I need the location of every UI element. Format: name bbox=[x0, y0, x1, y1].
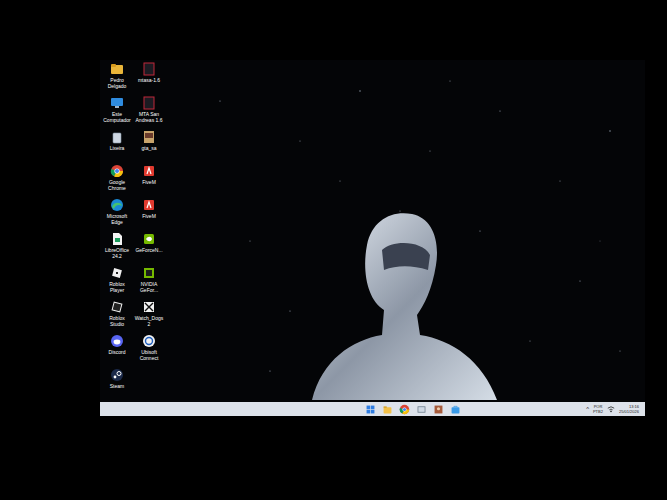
icon-label[interactable]: Discord bbox=[102, 349, 132, 355]
desktop-icon[interactable]: NVIDIA GeFor... bbox=[134, 266, 164, 300]
icon-label[interactable]: Este Computador bbox=[102, 111, 132, 123]
desktop-icon[interactable]: gta_sa bbox=[134, 130, 164, 164]
desktop-icon[interactable]: LibreOffice 24.2 bbox=[102, 232, 132, 266]
icon-column: Pedro Delgado Este Computador Lixeira Googl… bbox=[102, 62, 132, 402]
steam-icon[interactable] bbox=[110, 368, 124, 382]
clock[interactable]: 13:1625/01/2026 bbox=[619, 404, 639, 414]
desktop-icon[interactable]: Steam bbox=[102, 368, 132, 402]
mta-icon[interactable] bbox=[142, 62, 156, 76]
edge-icon[interactable] bbox=[110, 198, 124, 212]
fivem-icon[interactable] bbox=[142, 198, 156, 212]
icon-label[interactable]: FiveM bbox=[134, 213, 164, 219]
icon-label[interactable]: mtasa-1.6 bbox=[134, 77, 164, 83]
desktop-icon[interactable]: MTA San Andreas 1.6 bbox=[134, 96, 164, 130]
watchdogs-icon[interactable] bbox=[142, 300, 156, 314]
files-icon[interactable] bbox=[416, 404, 427, 415]
photo-icon[interactable] bbox=[433, 404, 444, 415]
tray-chevron[interactable]: ^ bbox=[586, 406, 589, 412]
explorer-icon[interactable] bbox=[382, 404, 393, 415]
fivem-icon[interactable] bbox=[142, 164, 156, 178]
ubisoft-icon[interactable] bbox=[142, 334, 156, 348]
icon-label[interactable]: LibreOffice 24.2 bbox=[102, 247, 132, 259]
icon-label[interactable]: Watch_Dogs 2 bbox=[134, 315, 164, 327]
keyboard-layout[interactable]: PTB2 bbox=[593, 409, 603, 414]
desktop-icon[interactable]: Google Chrome bbox=[102, 164, 132, 198]
trash-icon[interactable] bbox=[110, 130, 124, 144]
chrome-icon[interactable] bbox=[110, 164, 124, 178]
icon-label[interactable]: Roblox Player bbox=[102, 281, 132, 293]
icon-label[interactable]: gta_sa bbox=[134, 145, 164, 151]
robloxstudio-icon[interactable] bbox=[110, 300, 124, 314]
icon-label[interactable]: NVIDIA GeFor... bbox=[134, 281, 164, 293]
system-tray[interactable]: ^ PORPTB2 13:1625/01/2026 bbox=[586, 404, 645, 414]
icon-label[interactable]: Lixeira bbox=[102, 145, 132, 151]
icon-label[interactable]: Google Chrome bbox=[102, 179, 132, 191]
date[interactable]: 25/01/2026 bbox=[619, 409, 639, 414]
desktop: Pedro Delgado Este Computador Lixeira Googl… bbox=[100, 60, 645, 402]
wifi-icon[interactable] bbox=[607, 405, 615, 413]
desktop-icon[interactable]: FiveM bbox=[134, 164, 164, 198]
chrome-icon[interactable] bbox=[399, 404, 410, 415]
desktop-icon[interactable]: Pedro Delgado bbox=[102, 62, 132, 96]
language-indicator[interactable]: PORPTB2 bbox=[593, 404, 603, 414]
desktop-icon[interactable]: mtasa-1.6 bbox=[134, 62, 164, 96]
screen: Pedro Delgado Este Computador Lixeira Googl… bbox=[100, 60, 645, 416]
desktop-icon[interactable]: Microsoft Edge bbox=[102, 198, 132, 232]
icon-label[interactable]: FiveM bbox=[134, 179, 164, 185]
icon-label[interactable]: GeForceN... bbox=[134, 247, 164, 253]
pc-icon[interactable] bbox=[110, 96, 124, 110]
desktop-icon[interactable]: Ubisoft Connect bbox=[134, 334, 164, 368]
desktop-icon[interactable]: GeForceN... bbox=[134, 232, 164, 266]
desktop-icon[interactable]: Lixeira bbox=[102, 130, 132, 164]
desktop-icon[interactable]: Watch_Dogs 2 bbox=[134, 300, 164, 334]
icon-label[interactable]: Steam bbox=[102, 383, 132, 389]
mta-icon[interactable] bbox=[142, 96, 156, 110]
geforce-icon[interactable] bbox=[142, 232, 156, 246]
desktop-icon[interactable]: Discord bbox=[102, 334, 132, 368]
libreoffice-icon[interactable] bbox=[110, 232, 124, 246]
language[interactable]: POR bbox=[594, 404, 603, 409]
roblox-icon[interactable] bbox=[110, 266, 124, 280]
desktop-icon[interactable]: FiveM bbox=[134, 198, 164, 232]
icon-label[interactable]: Roblox Studio bbox=[102, 315, 132, 327]
nvidia-icon[interactable] bbox=[142, 266, 156, 280]
icon-column: mtasa-1.6 MTA San Andreas 1.6 gta_sa FiveM F… bbox=[134, 62, 164, 402]
icon-label[interactable]: Pedro Delgado bbox=[102, 77, 132, 89]
desktop-icon[interactable]: Roblox Studio bbox=[102, 300, 132, 334]
gta-icon[interactable] bbox=[142, 130, 156, 144]
icon-label[interactable]: MTA San Andreas 1.6 bbox=[134, 111, 164, 123]
time[interactable]: 13:16 bbox=[629, 404, 639, 409]
store-icon[interactable] bbox=[450, 404, 461, 415]
taskbar: ^ PORPTB2 13:1625/01/2026 bbox=[100, 402, 645, 416]
start-icon[interactable] bbox=[365, 404, 376, 415]
icon-label[interactable]: Ubisoft Connect bbox=[134, 349, 164, 361]
desktop-icon[interactable]: Roblox Player bbox=[102, 266, 132, 300]
discord-icon[interactable] bbox=[110, 334, 124, 348]
folder-icon[interactable] bbox=[110, 62, 124, 76]
desktop-icon[interactable]: Este Computador bbox=[102, 96, 132, 130]
wallpaper-figure bbox=[312, 210, 497, 400]
icon-label[interactable]: Microsoft Edge bbox=[102, 213, 132, 225]
